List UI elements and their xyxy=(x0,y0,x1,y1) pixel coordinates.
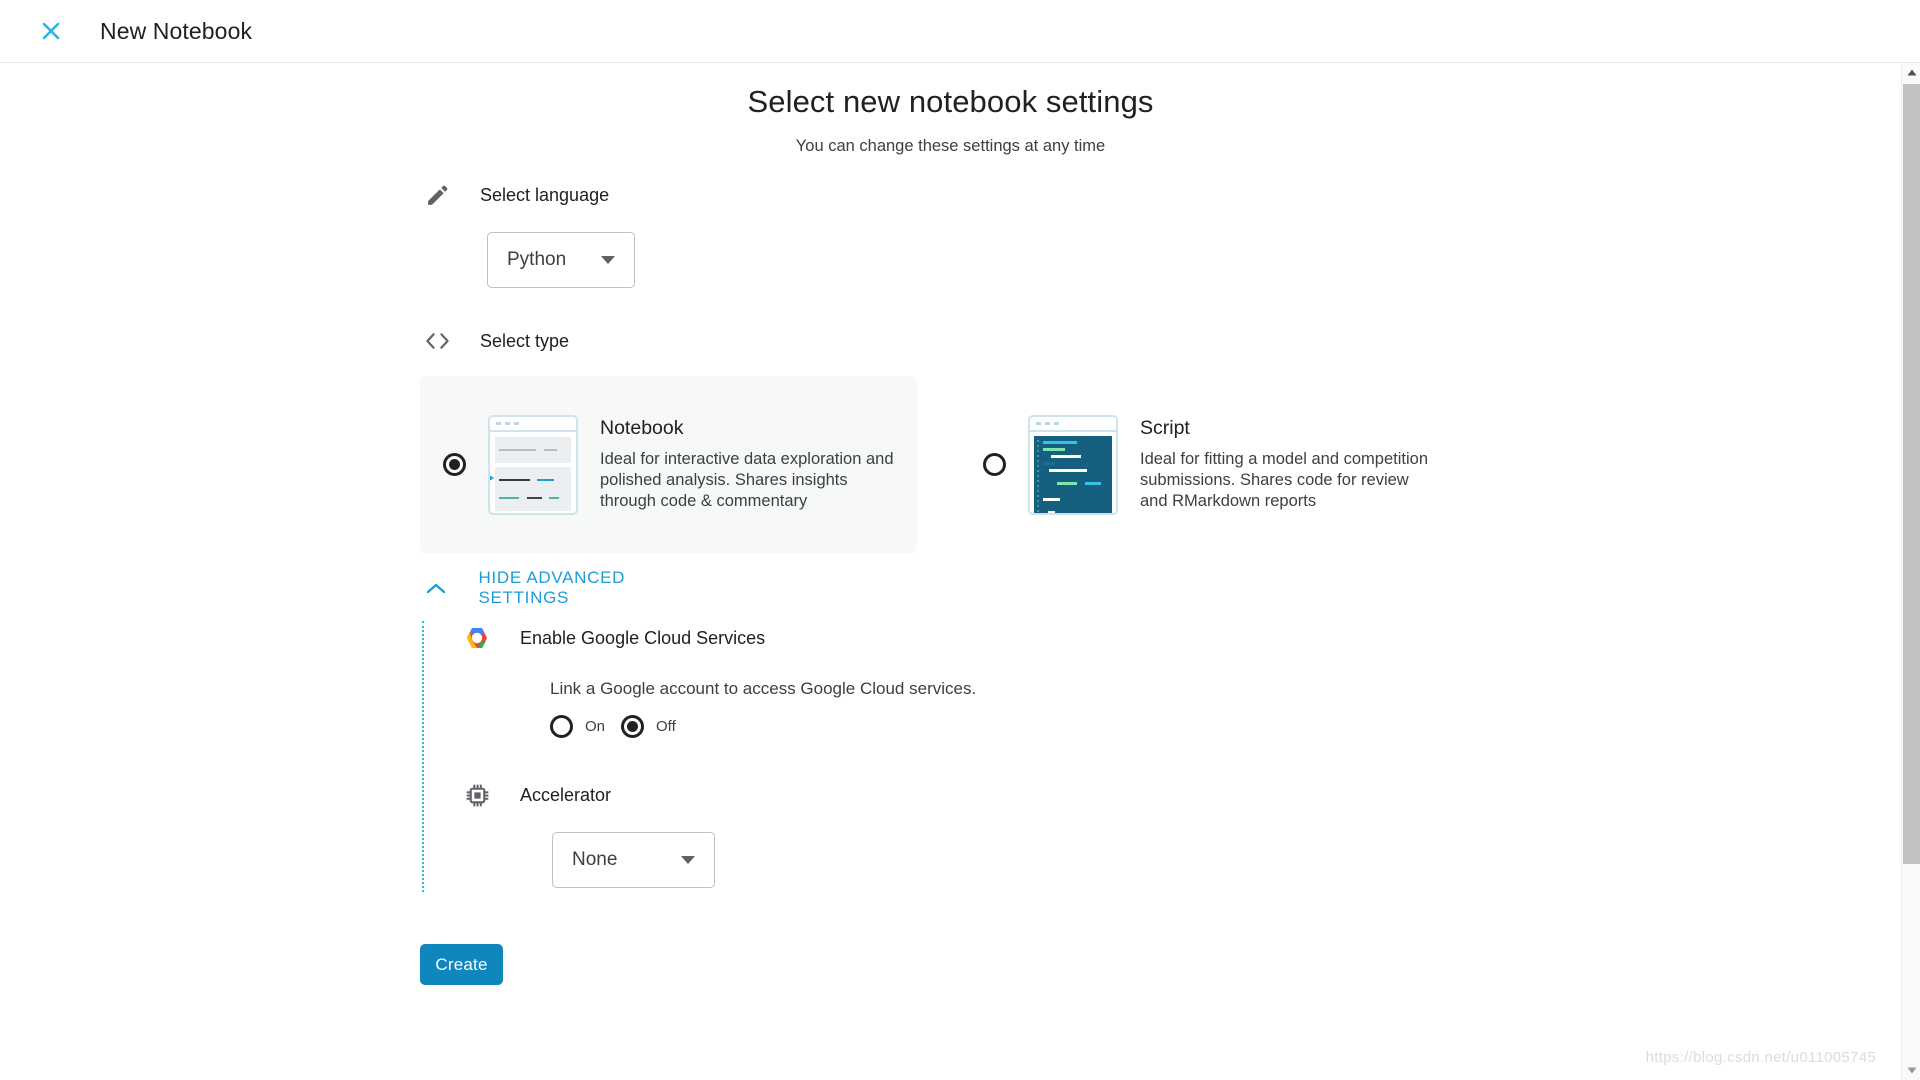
new-notebook-dialog: New Notebook Select new notebook setting… xyxy=(0,0,1920,1080)
scroll-up-arrow-icon[interactable] xyxy=(1902,63,1920,82)
notebook-radio[interactable] xyxy=(443,453,466,476)
google-cloud-off-radio[interactable] xyxy=(621,715,645,738)
google-cloud-on-radio[interactable] xyxy=(550,715,573,738)
dialog-header: New Notebook xyxy=(0,0,1920,63)
google-cloud-section-header: Enable Google Cloud Services xyxy=(460,621,1901,655)
type-section-header: Select type xyxy=(420,324,1901,358)
chevron-down-icon xyxy=(681,856,695,864)
script-radio[interactable] xyxy=(983,453,1006,476)
accelerator-section-header: Accelerator xyxy=(460,778,1901,812)
language-select[interactable]: Python xyxy=(487,232,635,288)
code-brackets-icon xyxy=(420,324,454,358)
dialog-title: New Notebook xyxy=(100,17,253,44)
type-options: Notebook Ideal for interactive data expl… xyxy=(420,376,1901,553)
language-section-header: Select language xyxy=(420,178,1901,212)
create-button[interactable]: Create xyxy=(420,944,503,985)
notebook-option-description: Ideal for interactive data exploration a… xyxy=(600,450,894,510)
page-headings: Select new notebook settings You can cha… xyxy=(0,63,1901,156)
cpu-chip-icon xyxy=(460,778,494,812)
dialog-body: Select new notebook settings You can cha… xyxy=(0,63,1901,1080)
accelerator-select-value: None xyxy=(572,849,618,870)
page-title: Select new notebook settings xyxy=(747,84,1154,119)
toggle-advanced-settings-button[interactable]: HIDE ADVANCED SETTINGS xyxy=(420,568,710,607)
language-section-label: Select language xyxy=(480,184,610,205)
language-select-value: Python xyxy=(507,249,567,270)
watermark: https://blog.csdn.net/u011005745 xyxy=(1645,1049,1876,1066)
script-thumbnail-icon xyxy=(1028,414,1118,515)
close-button[interactable] xyxy=(36,16,66,46)
scrollbar-thumb[interactable] xyxy=(1903,84,1920,864)
accelerator-label: Accelerator xyxy=(520,784,612,805)
scroll-down-arrow-icon[interactable] xyxy=(1902,1061,1920,1080)
script-option-title: Script xyxy=(1140,417,1190,439)
type-option-notebook[interactable]: Notebook Ideal for interactive data expl… xyxy=(420,376,917,553)
google-cloud-description: Link a Google account to access Google C… xyxy=(550,679,977,698)
notebook-thumbnail-icon xyxy=(488,414,578,515)
google-cloud-icon xyxy=(460,621,494,655)
vertical-scrollbar[interactable] xyxy=(1901,63,1920,1080)
google-cloud-label: Enable Google Cloud Services xyxy=(520,627,766,648)
page-subtitle: You can change these settings at any tim… xyxy=(795,137,1106,155)
script-option-description: Ideal for fitting a model and competitio… xyxy=(1140,450,1429,510)
type-section-label: Select type xyxy=(480,330,570,351)
chevron-down-icon xyxy=(601,256,615,264)
chevron-up-icon xyxy=(420,582,452,595)
accelerator-select[interactable]: None xyxy=(552,832,715,888)
type-option-script[interactable]: Script Ideal for fitting a model and com… xyxy=(960,376,1457,553)
notebook-option-title: Notebook xyxy=(600,417,684,439)
google-cloud-off-label: Off xyxy=(656,718,676,735)
pencil-icon xyxy=(420,178,454,212)
google-cloud-toggle-group: On Off xyxy=(550,715,1901,738)
settings-form: Select language Python Select type Noteb… xyxy=(0,178,1901,985)
google-cloud-on-label: On xyxy=(585,718,606,735)
close-icon xyxy=(42,22,60,40)
advanced-settings-panel: Enable Google Cloud Services Link a Goog… xyxy=(422,621,1901,892)
advanced-settings-label: HIDE ADVANCED SETTINGS xyxy=(478,568,626,607)
